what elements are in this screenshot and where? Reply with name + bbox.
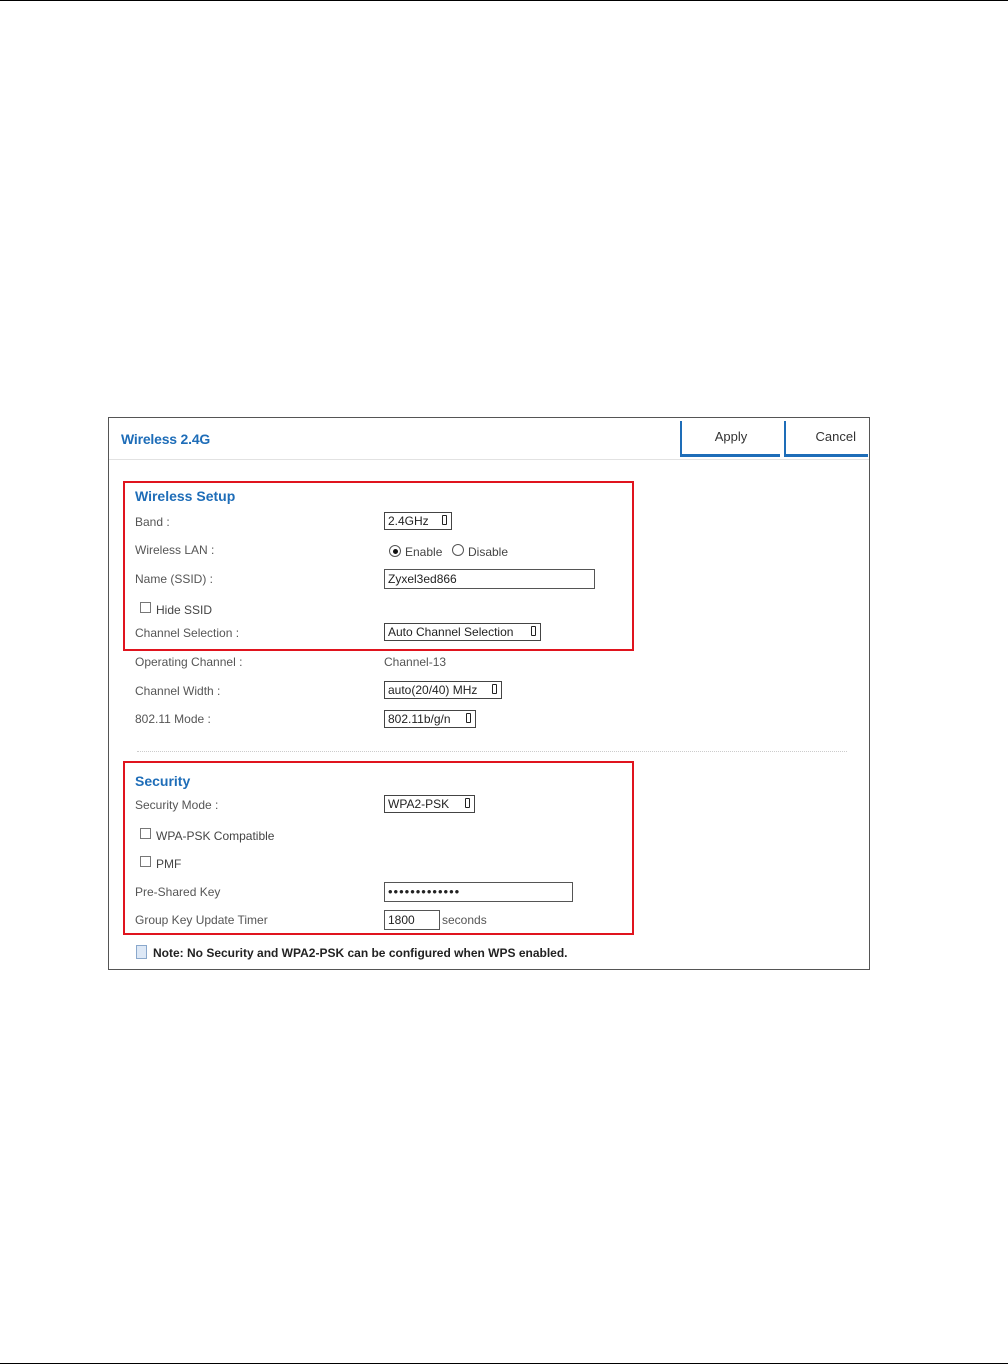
- band-select[interactable]: 2.4GHz: [384, 512, 452, 530]
- page-top-rule: [0, 0, 1008, 1]
- channel-selection-select[interactable]: Auto Channel Selection: [384, 623, 541, 641]
- dropdown-arrow-icon: [465, 798, 470, 808]
- wireless-lan-label: Wireless LAN :: [135, 543, 215, 557]
- pmf-label: PMF: [156, 857, 182, 871]
- header-divider: [109, 459, 869, 460]
- ssid-input[interactable]: Zyxel3ed866: [384, 569, 595, 589]
- apply-button[interactable]: Apply: [680, 421, 780, 457]
- wpa-psk-compatible-label: WPA-PSK Compatible: [156, 829, 275, 843]
- panel-title: Wireless 2.4G: [121, 431, 211, 447]
- hide-ssid-label: Hide SSID: [156, 603, 213, 617]
- security-mode-select[interactable]: WPA2-PSK: [384, 795, 475, 813]
- mode-select[interactable]: 802.11b/g/n: [384, 710, 476, 728]
- wireless-lan-disable-radio[interactable]: [452, 544, 464, 556]
- ssid-label: Name (SSID) :: [135, 572, 214, 586]
- channel-width-label: Channel Width :: [135, 684, 221, 698]
- group-key-timer-label: Group Key Update Timer: [135, 913, 268, 927]
- band-value: 2.4GHz: [388, 514, 429, 528]
- wps-note: Note: No Security and WPA2-PSK can be co…: [153, 946, 568, 960]
- security-highlight: [123, 761, 634, 935]
- section-divider: [137, 751, 847, 752]
- operating-channel-label: Operating Channel :: [135, 655, 243, 669]
- mode-value: 802.11b/g/n: [388, 712, 451, 726]
- security-title: Security: [135, 773, 191, 789]
- security-mode-value: WPA2-PSK: [388, 797, 450, 811]
- dropdown-arrow-icon: [492, 684, 497, 694]
- hide-ssid-checkbox[interactable]: [140, 602, 151, 613]
- pmf-checkbox[interactable]: [140, 856, 151, 867]
- wireless-lan-enable-radio[interactable]: [389, 545, 401, 557]
- wireless-settings-panel: Wireless 2.4G Apply Cancel Wireless Setu…: [108, 417, 870, 970]
- pre-shared-key-input[interactable]: •••••••••••••: [384, 882, 573, 902]
- security-mode-label: Security Mode :: [135, 798, 219, 812]
- dropdown-arrow-icon: [466, 713, 471, 723]
- dropdown-arrow-icon: [442, 515, 447, 525]
- note-icon: [136, 945, 147, 959]
- group-key-timer-input[interactable]: 1800: [384, 910, 440, 930]
- mode-label: 802.11 Mode :: [135, 712, 211, 726]
- channel-width-value: auto(20/40) MHz: [388, 683, 478, 697]
- wpa-psk-compatible-checkbox[interactable]: [140, 828, 151, 839]
- operating-channel-value: Channel-13: [384, 655, 447, 669]
- pre-shared-key-label: Pre-Shared Key: [135, 885, 221, 899]
- dropdown-arrow-icon: [531, 626, 536, 636]
- band-label: Band :: [135, 515, 170, 529]
- channel-selection-label: Channel Selection :: [135, 626, 240, 640]
- group-key-timer-unit: seconds: [442, 913, 487, 927]
- wireless-setup-title: Wireless Setup: [135, 488, 236, 504]
- cancel-button[interactable]: Cancel: [784, 421, 868, 457]
- wireless-lan-disable-label: Disable: [468, 545, 509, 559]
- channel-width-select[interactable]: auto(20/40) MHz: [384, 681, 502, 699]
- wireless-lan-enable-label: Enable: [405, 545, 443, 559]
- channel-selection-value: Auto Channel Selection: [388, 625, 514, 639]
